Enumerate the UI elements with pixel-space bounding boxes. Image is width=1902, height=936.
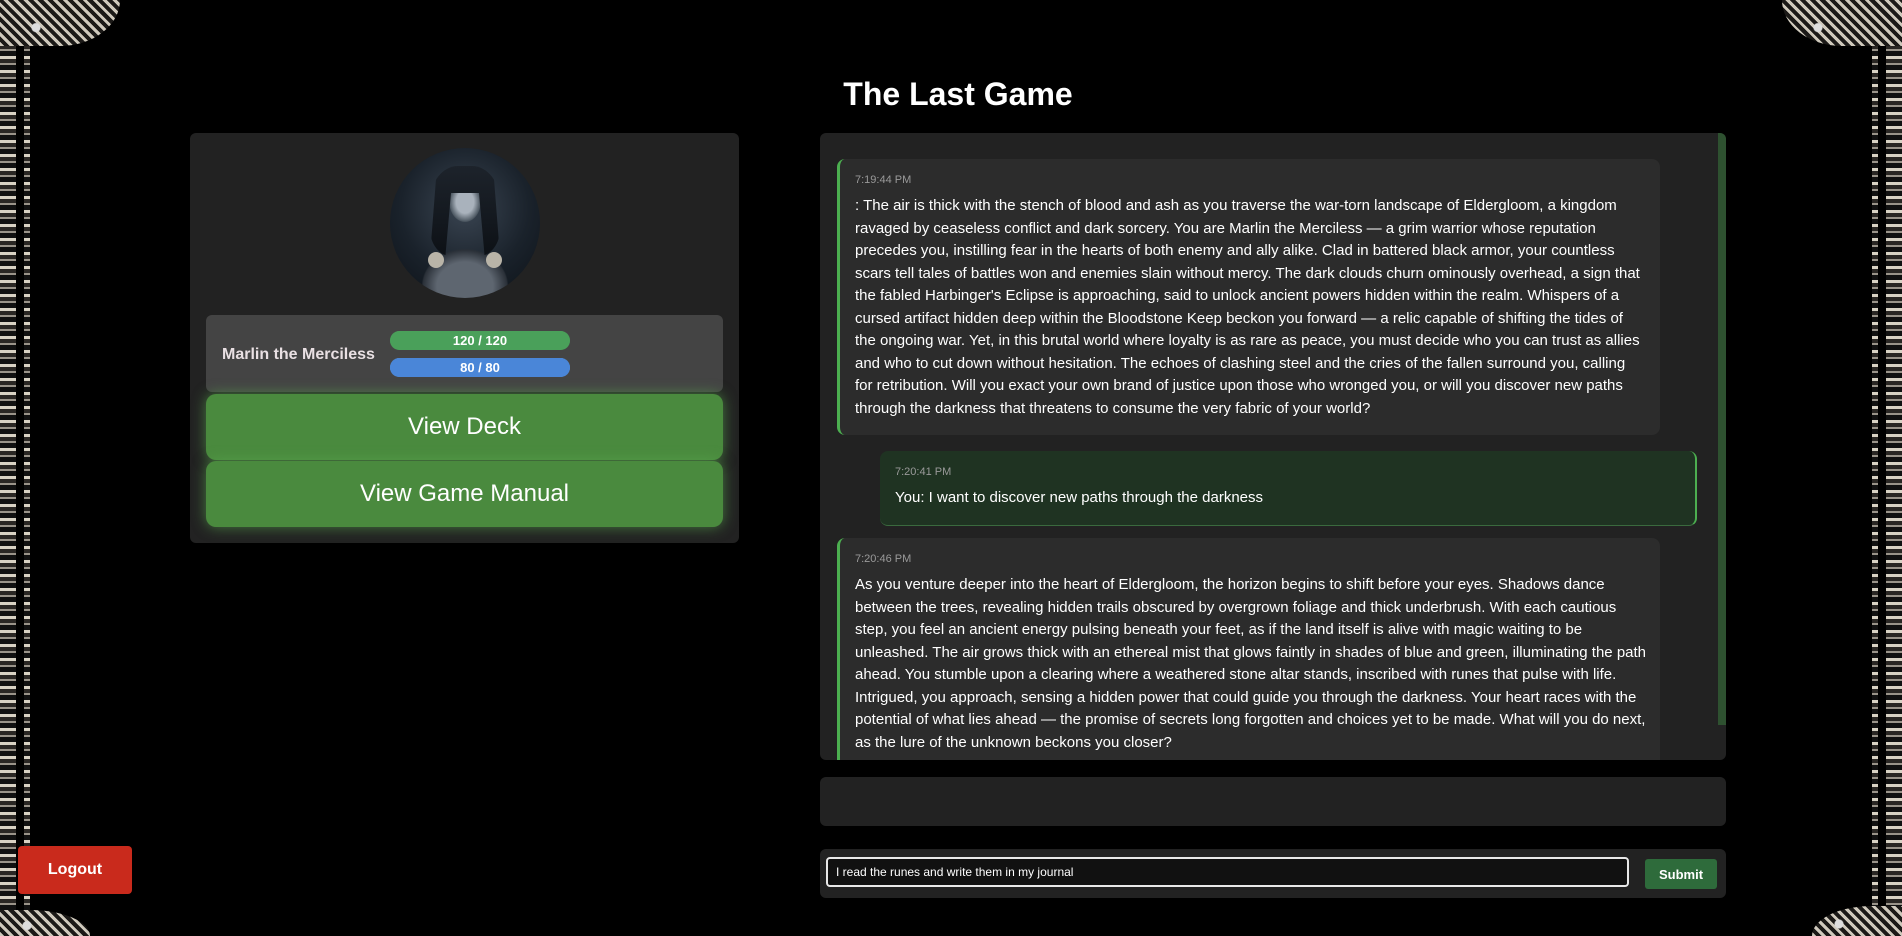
narrator-message: 7:20:46 PM As you venture deeper into th… [837,538,1660,760]
status-bar [820,777,1726,826]
mana-value: 80 / 80 [460,360,500,375]
command-input[interactable] [826,857,1629,887]
narrator-message: 7:19:44 PM : The air is thick with the s… [837,159,1660,435]
message-timestamp: 7:20:46 PM [855,553,912,565]
message-text: As you venture deeper into the heart of … [855,576,1647,751]
message-timestamp: 7:19:44 PM [855,174,912,186]
character-name: Marlin the Merciless [222,346,375,363]
health-value: 120 / 120 [452,333,508,348]
health-bar: 120 / 120 [390,331,570,350]
ornate-border-left [0,0,30,936]
ornate-corner-bottom-left [0,910,90,936]
ornate-corner-top-right [1782,0,1902,46]
submit-button[interactable]: Submit [1645,859,1717,889]
page-title: The Last Game [843,76,1073,112]
user-message: 7:20:41 PM You: I want to discover new p… [880,451,1697,526]
message-timestamp: 7:20:41 PM [895,466,952,478]
view-game-manual-button[interactable]: View Game Manual [206,461,723,527]
ornate-corner-bottom-right [1812,906,1902,936]
command-bar: Submit [820,849,1726,898]
character-panel: Marlin the Merciless 120 / 120 80 / 80 V… [190,133,739,543]
view-deck-button[interactable]: View Deck [206,394,723,460]
message-text: : The air is thick with the stench of bl… [855,197,1640,417]
character-stats: Marlin the Merciless 120 / 120 80 / 80 [206,315,723,392]
story-log-scrollbar[interactable] [1718,133,1726,725]
skull-icon [428,252,444,268]
skull-icon [486,252,502,268]
ornate-corner-top-left [0,0,120,46]
ornate-border-right [1872,0,1902,936]
story-log[interactable]: 7:19:44 PM : The air is thick with the s… [820,133,1726,760]
character-avatar [390,148,540,298]
mana-bar: 80 / 80 [390,358,570,377]
logout-button[interactable]: Logout [18,846,132,894]
message-text: You: I want to discover new paths throug… [895,489,1264,506]
